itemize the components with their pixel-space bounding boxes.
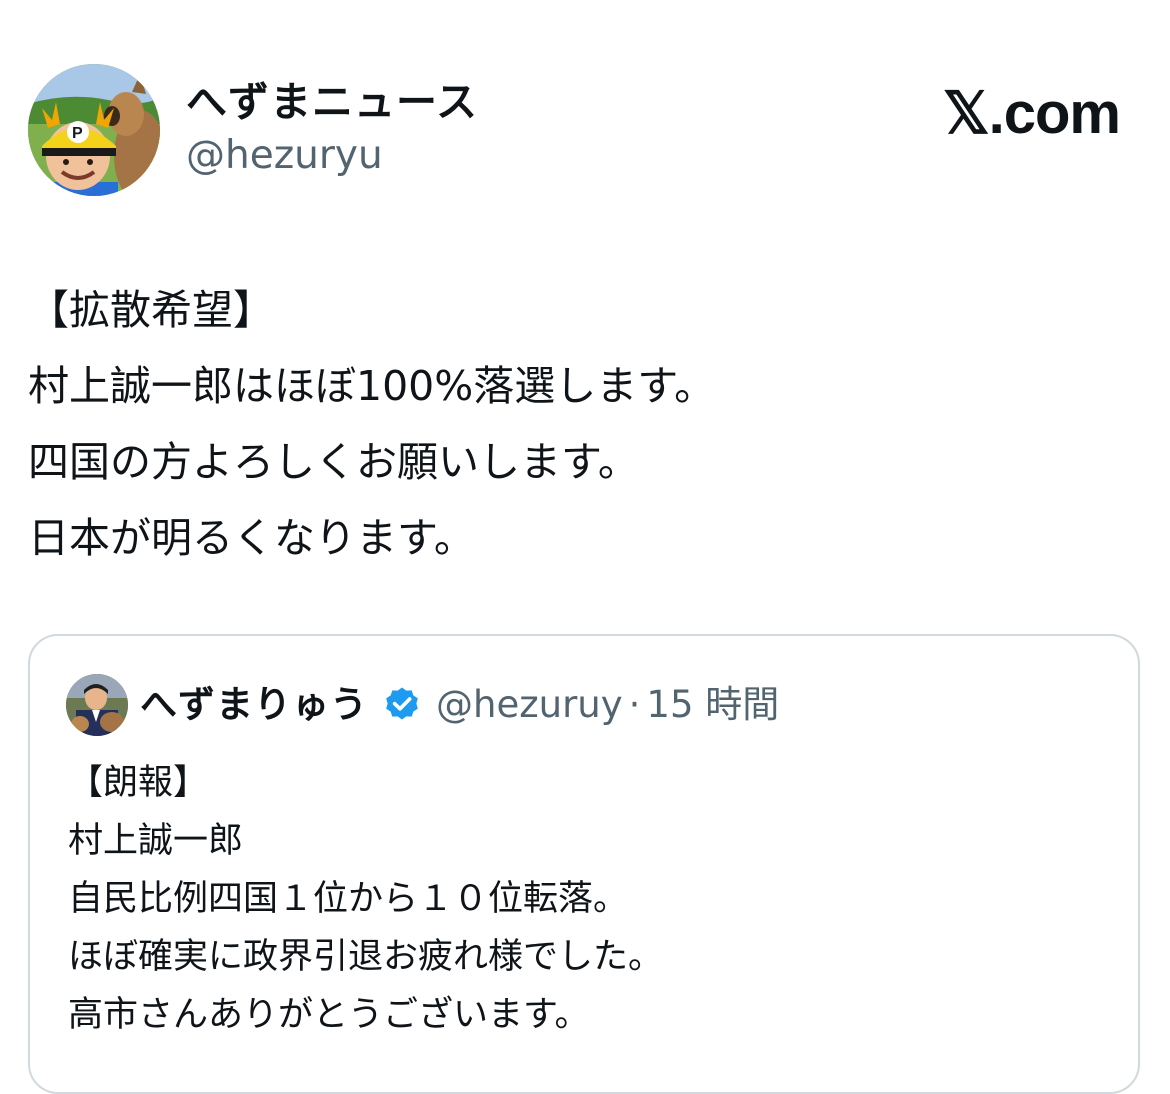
tweet-line: 四国の方よろしくお願いします。 (28, 438, 639, 486)
quoted-author-avatar[interactable] (66, 674, 128, 736)
tweet-body: 【拡散希望】 村上誠一郎はほぼ100%落選します。 四国の方よろしくお願いします… (28, 272, 1138, 576)
quoted-timestamp[interactable]: 15 時間 (646, 680, 779, 730)
quoted-display-name[interactable]: へずまりゅう (140, 680, 368, 730)
quoted-tweet-body: 【朗報】 村上誠一郎 自民比例四国１位から１０位転落。 ほぼ確実に政界引退お疲れ… (68, 754, 1108, 1044)
verified-badge-icon (386, 687, 418, 720)
quoted-line: ほぼ確実に政界引退お疲れ様でした。 (68, 937, 664, 977)
quoted-line: 【朗報】 (68, 763, 209, 803)
quoted-line: 村上誠一郎 (68, 821, 244, 861)
quoted-line: 自民比例四国１位から１０位転落。 (68, 879, 629, 919)
author-display-name[interactable]: へずまニュース (186, 78, 478, 126)
tweet-line: 村上誠一郎はほぼ100%落選します。 (28, 362, 716, 410)
avatar-image: P (28, 64, 160, 196)
meta-separator: · (628, 683, 641, 726)
author-handle[interactable]: @hezuryu (186, 132, 478, 180)
quoted-tweet-card[interactable]: へずまりゅう @hezuruy · 15 時間 【朗報】 村上誠一郎 自民比例四… (28, 634, 1140, 1094)
tweet-line: 【拡散希望】 (28, 286, 274, 334)
tweet-line: 日本が明るくなります。 (28, 514, 475, 562)
post-header: P へずまニュース @hezuryu 𝕏.com (28, 64, 1138, 198)
x-logo-icon: 𝕏.com (942, 81, 1121, 146)
quoted-line: 高市さんありがとうございます。 (68, 995, 590, 1035)
quoted-tweet-meta: へずまりゅう @hezuruy · 15 時間 (140, 680, 779, 730)
quoted-handle[interactable]: @hezuruy (436, 680, 623, 730)
quoted-tweet-header: へずまりゅう @hezuruy · 15 時間 (66, 674, 1106, 738)
svg-text:P: P (72, 125, 83, 142)
author-name-block: へずまニュース @hezuryu (186, 78, 478, 180)
author-avatar[interactable]: P (28, 64, 160, 196)
quoted-avatar-image (66, 674, 128, 736)
